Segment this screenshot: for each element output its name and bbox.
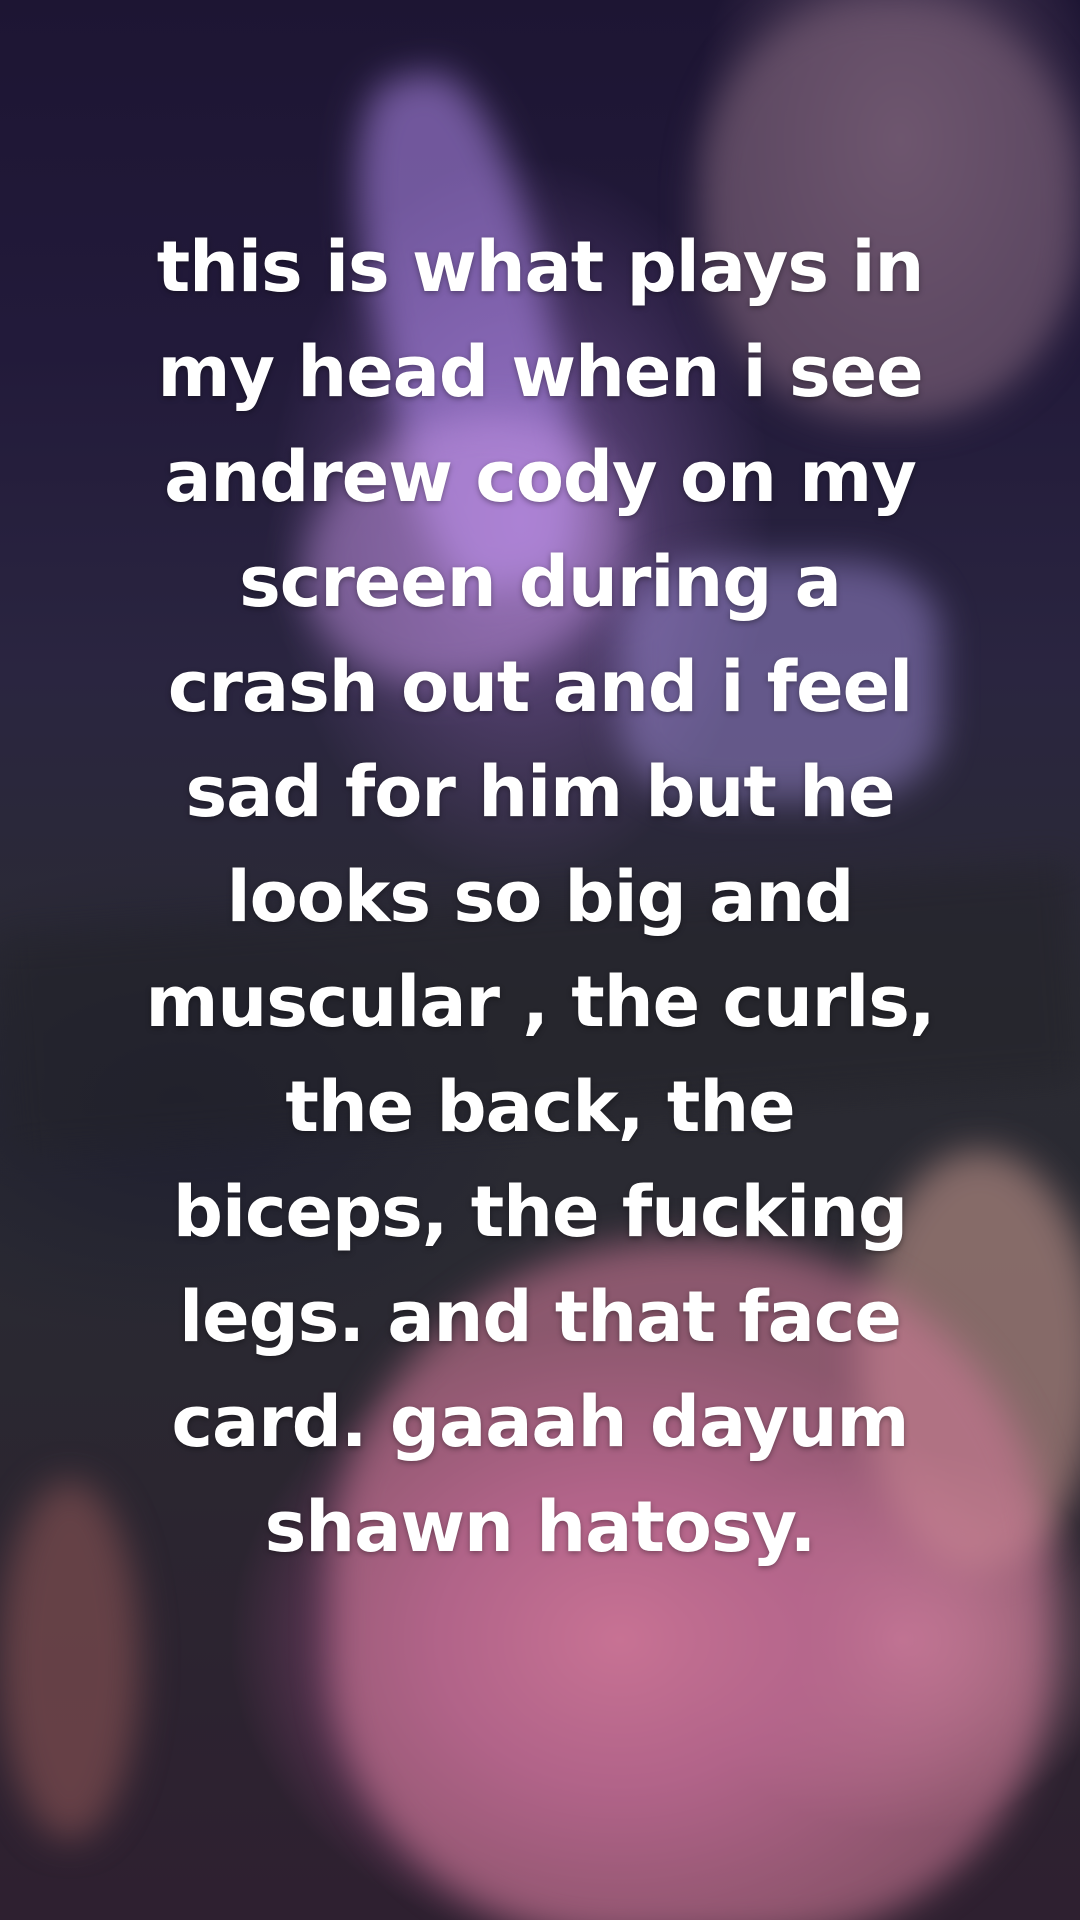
caption-line: andrew cody on my [164, 436, 917, 518]
caption-line: biceps, the fucking [172, 1171, 908, 1253]
caption-line: the back, the [285, 1066, 795, 1148]
caption-line: screen during a [239, 541, 842, 623]
caption-line: crash out and i feel [167, 646, 913, 728]
video-frame[interactable]: this is what plays in my head when i see… [0, 0, 1080, 1920]
text-overlay-caption: this is what plays in my head when i see… [120, 215, 960, 1580]
caption-line: my head when i see [157, 331, 923, 413]
caption-line: looks so big and [226, 856, 855, 938]
caption-line: card. gaaah dayum [171, 1381, 910, 1463]
caption-line: sad for him but he [185, 751, 895, 833]
caption-line: muscular , the curls, [145, 961, 935, 1043]
caption-line: legs. and that face [179, 1276, 902, 1358]
caption-line: shawn hatosy. [264, 1486, 817, 1568]
background-photo-shape [0, 1480, 140, 1840]
caption-line: this is what plays in [156, 226, 925, 308]
